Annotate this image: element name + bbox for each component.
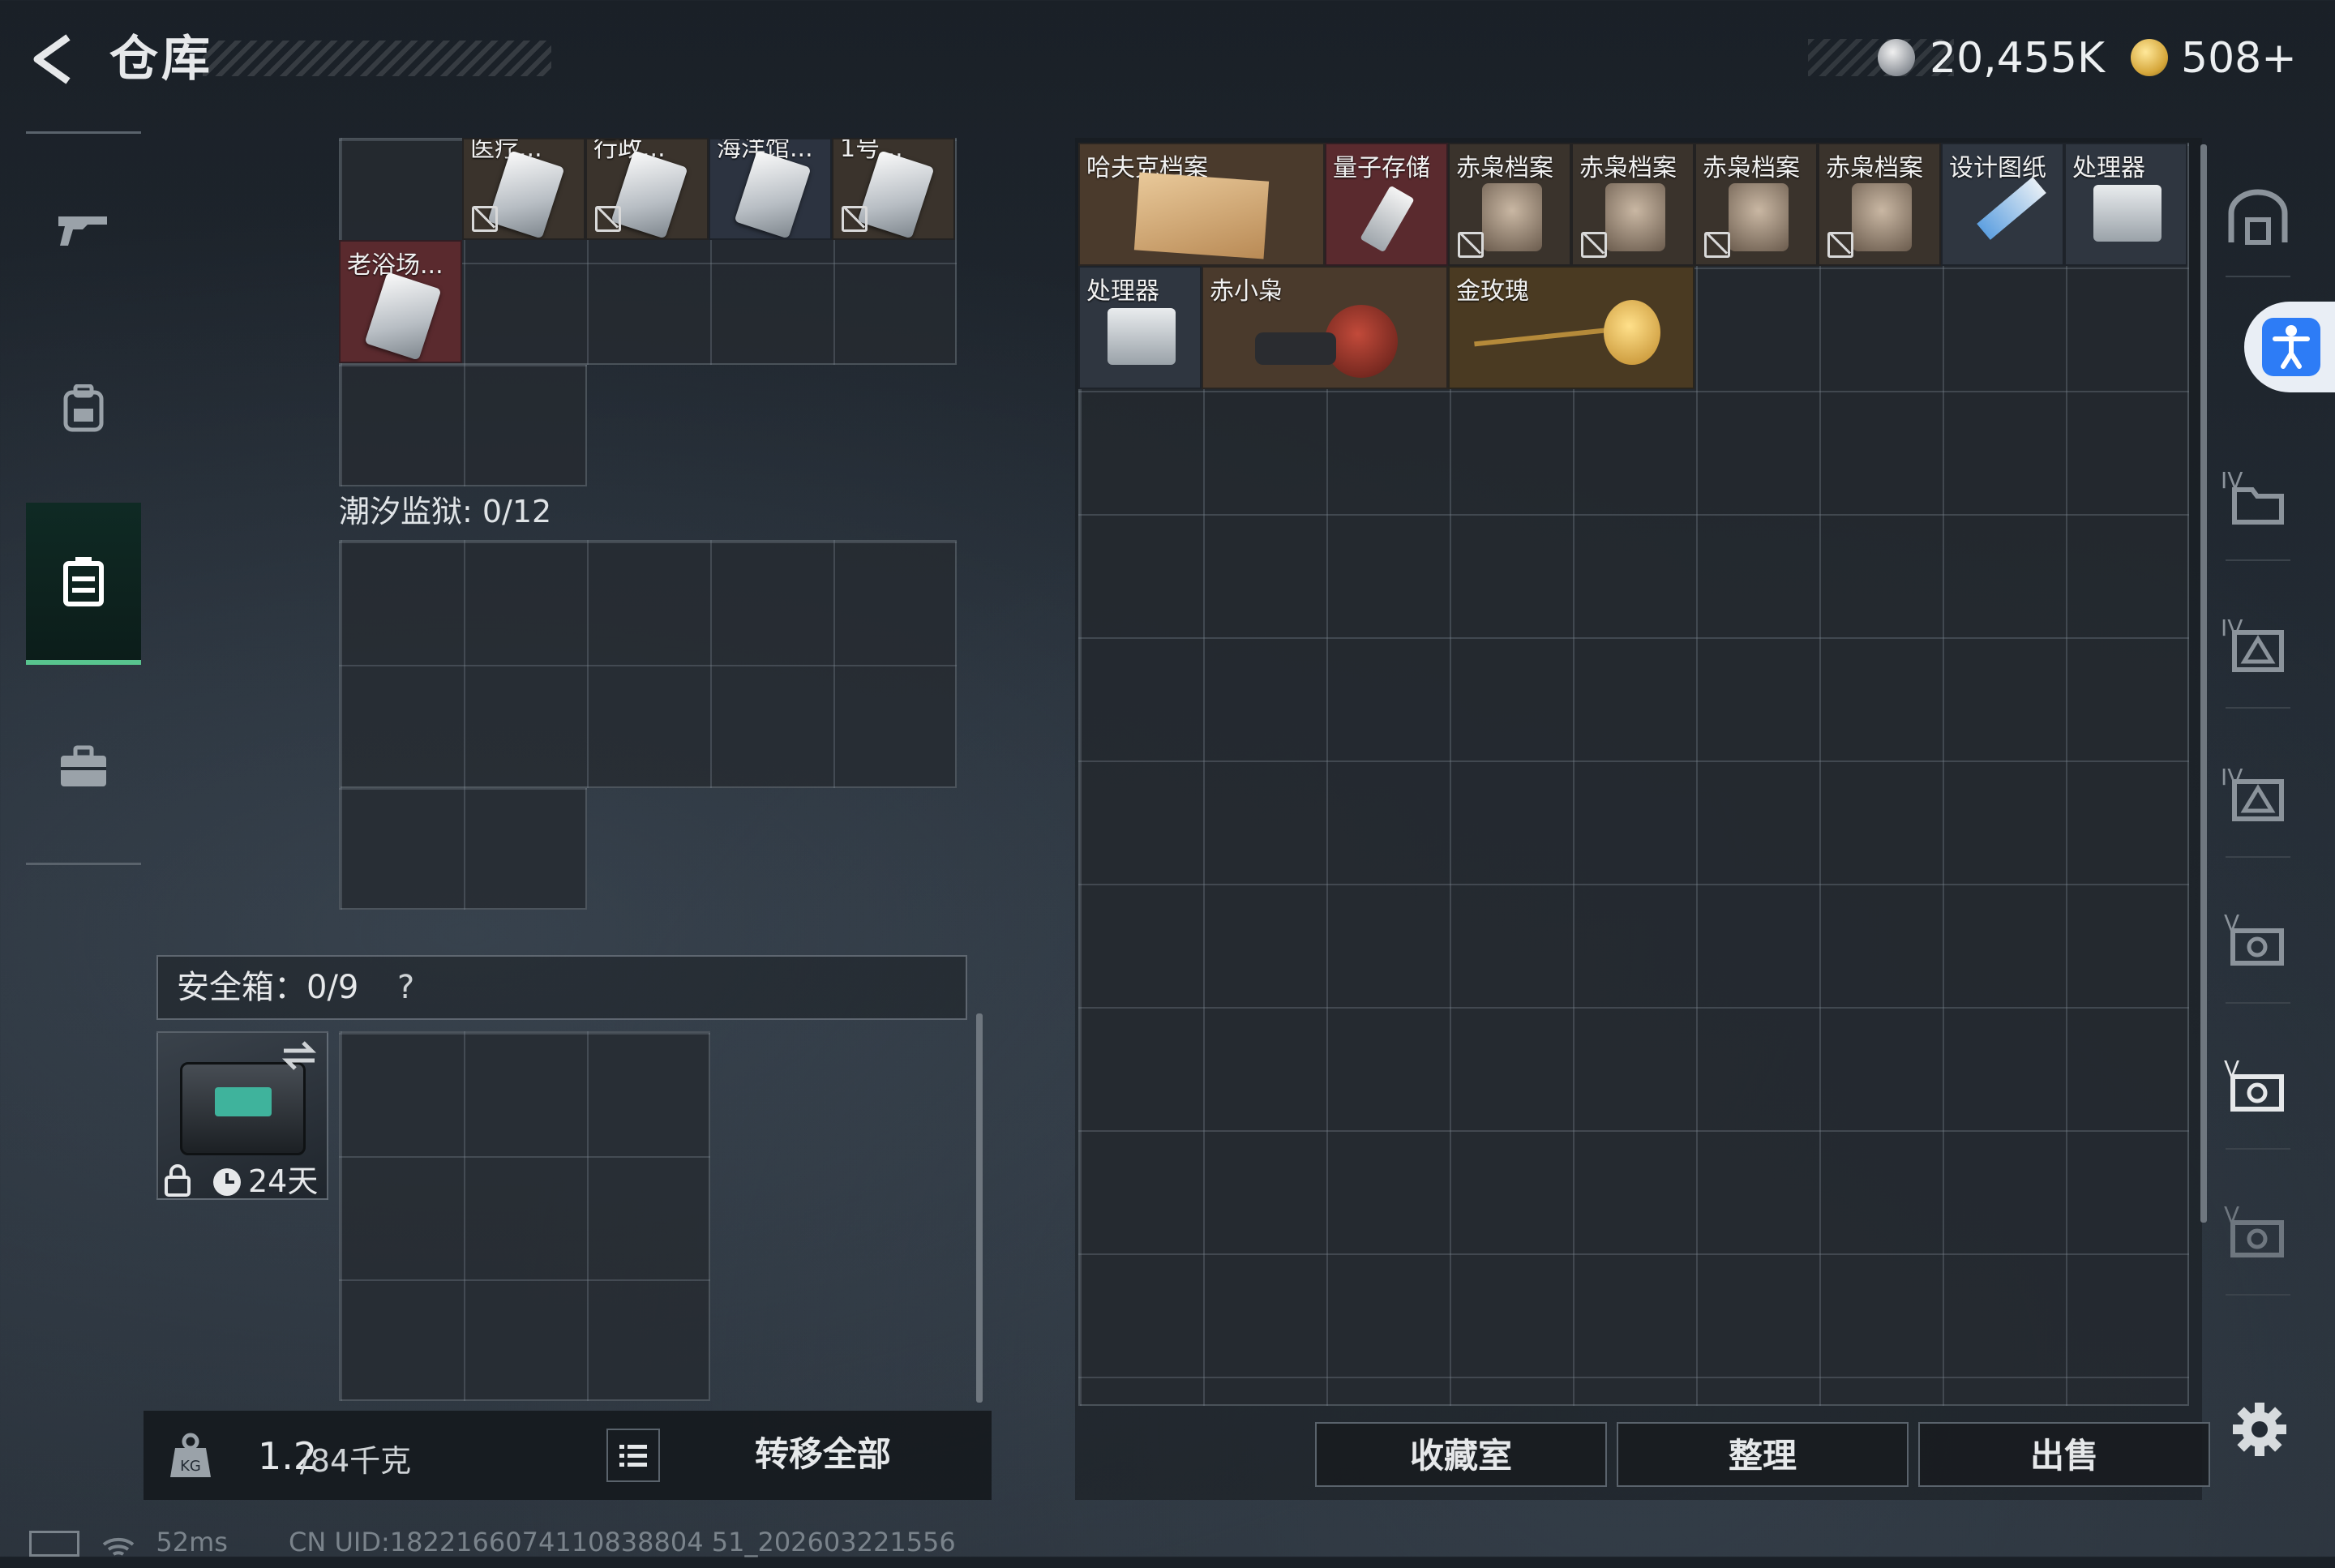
svg-text:KG: KG — [180, 1458, 201, 1475]
item-slot[interactable]: 医疗... — [462, 138, 585, 240]
lock-icon — [165, 1164, 191, 1197]
page-title: 仓库 — [109, 31, 213, 88]
item-slot[interactable]: 海洋馆... — [709, 138, 832, 240]
rose-stem-icon — [1474, 326, 1620, 347]
item-slot[interactable]: 赤小枭 — [1202, 266, 1448, 389]
rail-tier5-a[interactable]: V — [2217, 905, 2299, 986]
left-scrollbar[interactable] — [976, 1013, 983, 1403]
ping-value: 52ms — [156, 1527, 228, 1557]
accessibility-icon — [2262, 318, 2320, 376]
bound-icon — [842, 206, 868, 232]
collection-room-button[interactable]: 收藏室 — [1315, 1422, 1607, 1487]
status-bar: 52ms — [29, 1524, 228, 1560]
nav-storage[interactable] — [26, 503, 141, 665]
list-icon — [619, 1445, 647, 1467]
processor-icon — [1108, 308, 1176, 365]
rail-tier4-a[interactable]: IV — [2217, 610, 2299, 691]
blueprint-icon — [1977, 177, 2046, 240]
battery-icon — [29, 1531, 79, 1557]
item-slot[interactable]: 金玫瑰 — [1448, 266, 1694, 389]
item-slot[interactable]: 量子存储 — [1325, 143, 1448, 266]
rail-tier4-folder[interactable]: IV — [2217, 462, 2299, 543]
nav-toolbox[interactable] — [26, 686, 141, 848]
rail-divider — [2226, 276, 2290, 277]
bound-icon — [1581, 232, 1607, 258]
briefcase-icon — [61, 745, 106, 786]
bound-icon — [595, 206, 621, 232]
gold-rose-icon — [1604, 300, 1660, 365]
premium-currency-icon — [2131, 39, 2168, 76]
clock-icon — [213, 1168, 241, 1196]
safebox-label: 安全箱：0/9 — [177, 969, 359, 1006]
rail-divider — [2226, 559, 2290, 561]
list-view-button[interactable] — [606, 1429, 660, 1482]
rail-divider — [2226, 856, 2290, 858]
dossier-icon — [1852, 183, 1912, 251]
premium-balance[interactable]: 508+ — [2181, 31, 2297, 86]
dossier-icon — [1482, 183, 1542, 251]
rail-divider — [2226, 707, 2290, 709]
bound-icon — [472, 206, 498, 232]
item-slot[interactable]: 处理器 — [1078, 266, 1202, 389]
nav-backpack[interactable] — [26, 328, 141, 490]
safebox-help[interactable]: ? — [397, 965, 414, 1010]
rail-divider — [2226, 1002, 2290, 1004]
safebox-case-icon — [180, 1062, 306, 1155]
item-slot[interactable]: 哈夫克档案 — [1078, 143, 1325, 266]
item-slot[interactable]: 赤枭档案 — [1571, 143, 1694, 266]
storage-icon — [63, 557, 104, 606]
dossier-icon — [1729, 183, 1789, 251]
item-slot[interactable]: 1号... — [832, 138, 955, 240]
back-arrow-icon[interactable] — [26, 31, 83, 88]
sort-button[interactable]: 整理 — [1617, 1422, 1909, 1487]
coin-balance[interactable]: 20,455K — [1930, 31, 2105, 86]
rail-safe-room[interactable] — [2217, 177, 2299, 258]
item-slot[interactable]: 赤枭档案 — [1448, 143, 1571, 266]
bound-icon — [1827, 232, 1853, 258]
usb-drive-icon — [1360, 185, 1415, 253]
rail-tier5-b[interactable]: V — [2217, 1197, 2299, 1278]
item-slot[interactable]: 赤枭档案 — [1694, 143, 1818, 266]
safebox-grid — [339, 1031, 710, 1401]
wifi-icon — [102, 1532, 135, 1556]
container-grid-top-tail — [339, 363, 587, 486]
rail-tier5-active[interactable]: V — [2217, 1051, 2299, 1132]
container-section-label: 潮汐监狱: 0/12 — [339, 494, 552, 529]
gear-icon[interactable] — [2231, 1401, 2288, 1458]
title-decoration — [203, 41, 551, 76]
backpack-icon — [63, 384, 104, 432]
coin-icon — [1878, 39, 1915, 76]
storage-scrollbar[interactable] — [2200, 144, 2207, 1223]
sell-button[interactable]: 出售 — [1918, 1422, 2210, 1487]
weight-icon: KG — [170, 1433, 211, 1477]
weight-max: /84千克 — [300, 1443, 412, 1479]
user-uid: CN UID:1822166074110838804 51_2026032215… — [289, 1527, 956, 1557]
bound-icon — [1458, 232, 1484, 258]
document-icon — [1133, 172, 1270, 259]
item-slot[interactable]: 处理器 — [2064, 143, 2187, 266]
gun-icon — [58, 216, 107, 246]
safebox-days-remaining: 24天 — [248, 1163, 319, 1199]
item-slot[interactable]: 赤枭档案 — [1818, 143, 1941, 266]
prison-grid-main — [339, 540, 957, 788]
item-slot[interactable]: 设计图纸 — [1941, 143, 2064, 266]
item-slot[interactable]: 老浴场... — [339, 240, 462, 363]
processor-icon — [2093, 185, 2161, 242]
dossier-icon — [1605, 183, 1665, 251]
item-slot[interactable]: 行政... — [585, 138, 709, 240]
nav-weapons[interactable] — [26, 149, 141, 311]
swap-icon[interactable] — [281, 1039, 318, 1072]
drive-item-icon — [364, 272, 442, 361]
transfer-all-button[interactable]: 转移全部 — [713, 1425, 932, 1484]
prison-grid-tail — [339, 786, 587, 910]
vault-icon — [2228, 189, 2288, 245]
bound-icon — [1704, 232, 1730, 258]
rail-tier4-b[interactable]: IV — [2217, 759, 2299, 840]
figure-body-icon — [1255, 332, 1336, 365]
rail-divider — [2226, 1148, 2290, 1150]
rail-divider — [2226, 1294, 2290, 1296]
